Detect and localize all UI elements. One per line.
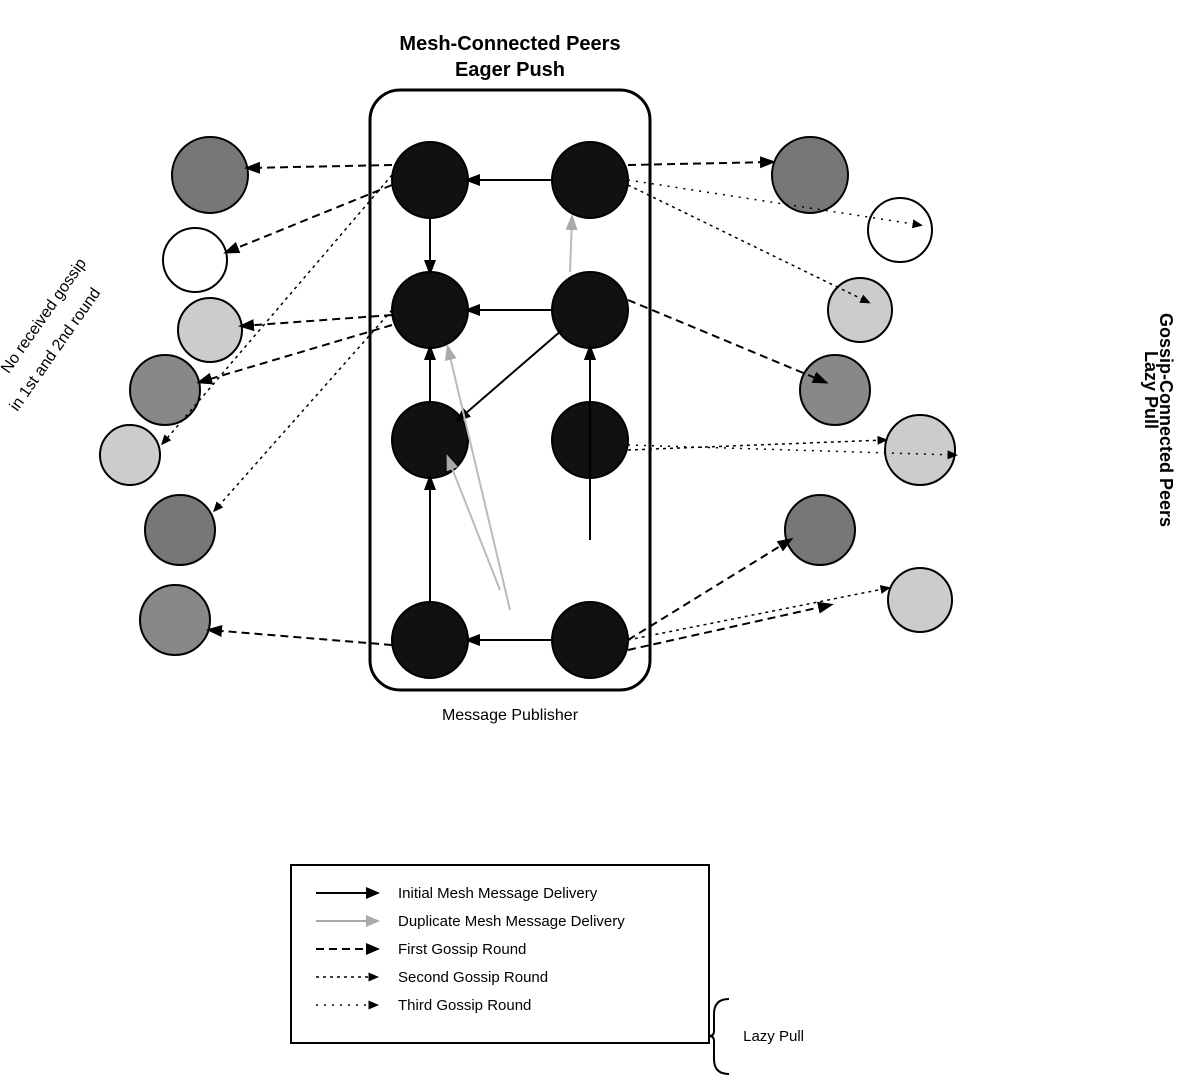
mesh-node-8 [552, 602, 628, 678]
mesh-subtitle: Eager Push [455, 59, 565, 81]
left-node-4 [130, 355, 200, 425]
left-node-3 [178, 298, 242, 362]
left-node-1 [172, 137, 248, 213]
legend-item-5: Third Gossip Round [316, 996, 684, 1014]
lazy-pull-brace-label: Lazy Pull [743, 1028, 804, 1045]
publisher-label: Message Publisher [442, 707, 579, 724]
left-node-5 [100, 425, 160, 485]
right-sublabel: Lazy Pull [1141, 351, 1161, 429]
mesh-title: Mesh-Connected Peers [399, 33, 620, 55]
legend-label-3: First Gossip Round [398, 941, 526, 958]
legend-label-5: Third Gossip Round [398, 997, 531, 1014]
right-node-1 [772, 137, 848, 213]
right-node-7 [888, 568, 952, 632]
legend-item-2: Duplicate Mesh Message Delivery [316, 912, 684, 930]
right-node-6 [785, 495, 855, 565]
diagram-container: Mesh-Connected Peers Eager Push Message … [0, 0, 1195, 1084]
legend-item-1: Initial Mesh Message Delivery [316, 884, 684, 902]
legend-label-2: Duplicate Mesh Message Delivery [398, 913, 625, 930]
left-node-6 [145, 495, 215, 565]
mesh-node-5 [392, 402, 468, 478]
mesh-node-3 [392, 272, 468, 348]
right-node-5 [885, 415, 955, 485]
legend-box: Initial Mesh Message Delivery Duplicate … [290, 864, 710, 1044]
left-node-2 [163, 228, 227, 292]
left-node-7 [140, 585, 210, 655]
right-node-2 [868, 198, 932, 262]
mesh-node-7 [392, 602, 468, 678]
legend-item-4: Second Gossip Round [316, 968, 684, 986]
legend-label-4: Second Gossip Round [398, 969, 548, 986]
mesh-node-1 [392, 142, 468, 218]
legend-label-1: Initial Mesh Message Delivery [398, 885, 597, 902]
right-node-4 [800, 355, 870, 425]
mesh-node-2 [552, 142, 628, 218]
legend-item-3: First Gossip Round [316, 940, 684, 958]
mesh-node-4 [552, 272, 628, 348]
